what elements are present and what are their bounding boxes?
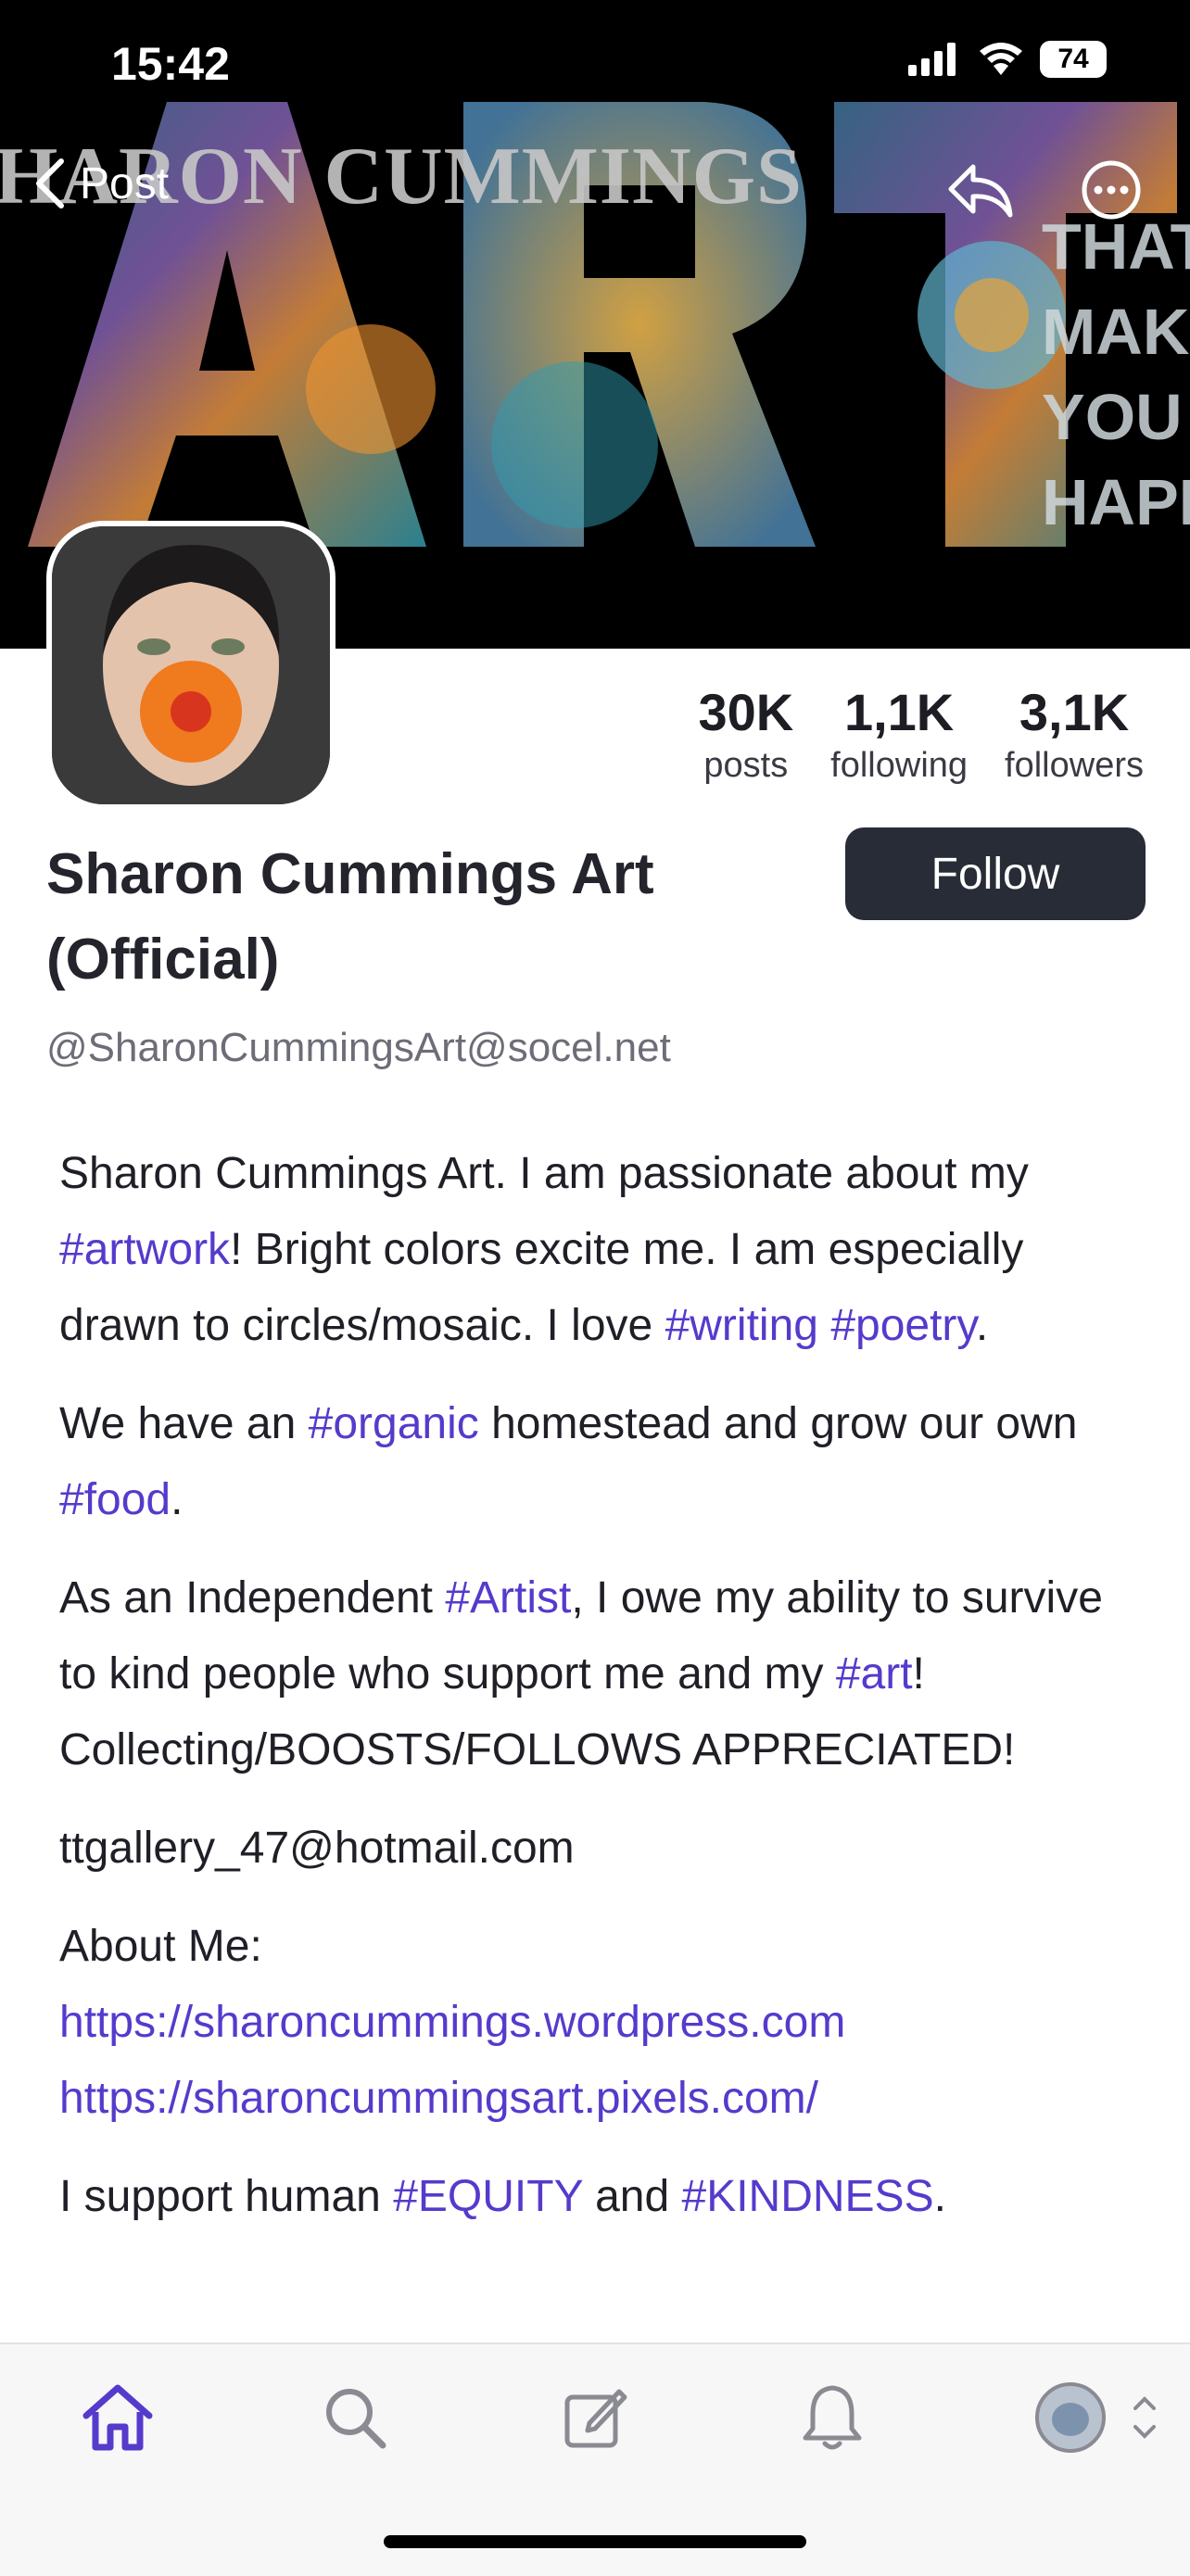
hashtag-link[interactable]: #KINDNESS (682, 2172, 934, 2221)
bio-text: homestead and grow our own (478, 1399, 1078, 1448)
hashtag-link[interactable]: #writing (665, 1301, 818, 1350)
bio-text: As an Independent (59, 1573, 446, 1623)
external-link[interactable]: https://sharoncummings.wordpress.com (59, 1998, 845, 2047)
display-name: Sharon Cummings Art (Official) (46, 842, 654, 991)
bell-icon (803, 2385, 862, 2450)
bio-paragraph: We have an #organic homestead and grow o… (59, 1386, 1144, 1538)
stat-value: 1,1K (843, 683, 955, 741)
bio-email: ttgallery_47@hotmail.com (59, 1824, 575, 1873)
nav-actions (945, 159, 1142, 221)
tab-notifications[interactable] (791, 2376, 874, 2459)
status-icons: 74 (906, 41, 1107, 78)
battery-indicator: 74 (1040, 41, 1107, 78)
bio-text: I support human (59, 2172, 394, 2221)
tab-home[interactable] (76, 2376, 159, 2459)
bio-paragraph: ttgallery_47@hotmail.com (59, 1811, 1144, 1887)
tab-compose[interactable] (553, 2376, 637, 2459)
home-icon (82, 2384, 153, 2451)
stat-label: posts (703, 746, 789, 785)
stat-following[interactable]: 1,1K following (830, 682, 968, 786)
avatar[interactable] (46, 521, 335, 810)
back-button[interactable]: Post (33, 156, 169, 211)
compose-icon (564, 2389, 627, 2448)
hashtag-link[interactable]: #poetry (830, 1301, 976, 1350)
chevron-left-icon (36, 158, 64, 208)
account-handle: @SharonCummingsArt@socel.net (46, 1025, 671, 1070)
hashtag-link[interactable]: #artwork (59, 1225, 230, 1274)
tab-search[interactable] (313, 2376, 397, 2459)
bio-paragraph: As an Independent #Artist, I owe my abil… (59, 1560, 1144, 1788)
external-link[interactable]: https://sharoncummingsart.pixels.com/ (59, 2074, 818, 2123)
cellular-signal-icon (908, 43, 956, 76)
bio-paragraph: About Me: https://sharoncummings.wordpres… (59, 1909, 1144, 2137)
tab-profile[interactable] (1029, 2376, 1168, 2459)
account-switcher-icon (1035, 2382, 1156, 2453)
search-icon (326, 2389, 386, 2449)
profile-bio: Sharon Cummings Art. I am passionate abo… (59, 1136, 1144, 2257)
stat-posts[interactable]: 30K posts (698, 682, 793, 786)
hashtag-link[interactable]: #Artist (445, 1573, 571, 1623)
bio-text: . (933, 2172, 946, 2221)
bio-text: About Me: (59, 1922, 262, 1971)
status-bar: 15:42 74 (0, 0, 1190, 130)
bio-text: . (975, 1301, 989, 1350)
stat-label: following (830, 746, 968, 785)
stat-followers[interactable]: 3,1K followers (1005, 682, 1144, 786)
home-indicator (384, 2535, 806, 2548)
reply-icon[interactable] (945, 159, 1016, 221)
follow-button[interactable]: Follow (845, 827, 1146, 920)
stat-value: 3,1K (1019, 683, 1130, 741)
bio-text: We have an (59, 1399, 309, 1448)
stat-value: 30K (698, 683, 794, 741)
back-label: Post (80, 158, 170, 208)
wifi-icon (980, 43, 1022, 75)
stat-label: followers (1005, 746, 1144, 785)
profile-stats: 30K posts 1,1K following 3,1K followers (698, 682, 1144, 786)
hashtag-link[interactable]: #organic (309, 1399, 479, 1448)
hashtag-link[interactable]: #EQUITY (393, 2172, 583, 2221)
avatar-image (52, 526, 330, 804)
bio-text: Sharon Cummings Art. I am passionate abo… (59, 1149, 1029, 1198)
bio-text: and (582, 2172, 682, 2221)
bio-text: . (171, 1475, 184, 1524)
hashtag-link[interactable]: #art (836, 1649, 913, 1698)
hashtag-link[interactable]: #food (59, 1475, 171, 1524)
more-options-icon[interactable] (1081, 159, 1142, 221)
banner-tagline: THAT MAK YOU HAPP (1042, 210, 1190, 538)
bio-paragraph: Sharon Cummings Art. I am passionate abo… (59, 1136, 1144, 1364)
status-time: 15:42 (111, 38, 230, 90)
bio-paragraph: I support human #EQUITY and #KINDNESS. (59, 2159, 1144, 2235)
